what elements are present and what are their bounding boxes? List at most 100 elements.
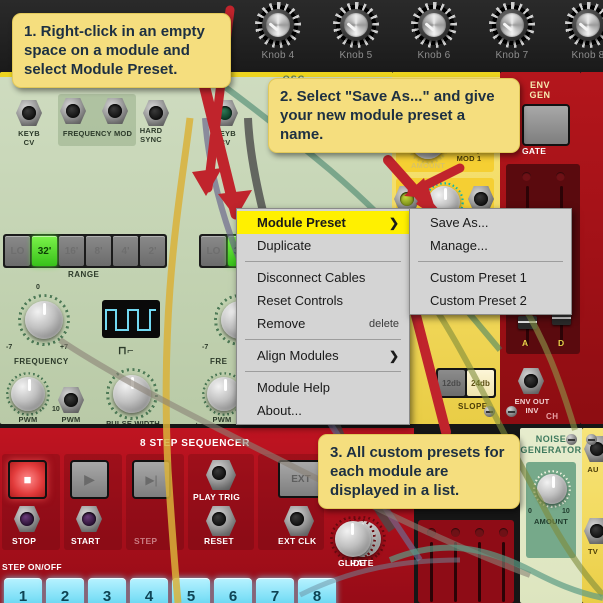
slope-selector[interactable]: 12db 24db [436, 368, 496, 398]
slider-dot [556, 172, 565, 181]
menu-item-duplicate[interactable]: Duplicate [237, 234, 409, 257]
pwm-amount-knob[interactable] [6, 372, 50, 416]
jack-env-out-inv[interactable] [518, 368, 544, 394]
knob-label: Knob 7 [495, 50, 529, 61]
start-label: START [71, 536, 101, 546]
step-button-8[interactable]: 8 [298, 578, 336, 603]
menu-item-label: Module Preset [257, 215, 346, 230]
menu-item-label: Module Help [257, 380, 330, 395]
knob-6[interactable]: Knob 6 [398, 2, 470, 61]
voct-label: TV [588, 547, 598, 556]
glide-label: GLIDE [338, 558, 366, 568]
range-selector[interactable]: LO 32' 16' 8' 4' 2' [3, 234, 167, 268]
jack-pwm-mod[interactable] [58, 387, 84, 413]
slider-handle-a[interactable] [518, 316, 537, 329]
frequency-caption: FREQUENCY [14, 357, 69, 366]
menu-item-remove[interactable]: Remove delete [237, 312, 409, 335]
knob-dial-icon[interactable] [489, 2, 535, 48]
noise-amount-caption: AMOUNT [533, 517, 569, 526]
context-menu[interactable]: Module Preset ❯ Duplicate Disconnect Cab… [236, 208, 410, 425]
knob-5[interactable]: Knob 5 [320, 2, 392, 61]
submenu-item-custom-preset-1[interactable]: Custom Preset 1 [410, 266, 571, 289]
slope-option-12db[interactable]: 12db [438, 370, 465, 396]
knob-dial-icon[interactable] [565, 2, 603, 48]
oscillator-1-module[interactable]: OSC KEYBCV FREQUENCY MOD HARDSYNC LO 32'… [0, 72, 198, 424]
submenu-item-manage[interactable]: Manage... [410, 234, 571, 257]
jack-keyb-cv[interactable] [16, 100, 42, 126]
frequency-min-label: -7 [6, 344, 13, 351]
step-button-2[interactable]: 2 [46, 578, 84, 603]
knob-7[interactable]: Knob 7 [476, 2, 548, 61]
frequency-knob[interactable] [18, 294, 70, 346]
glide-knob[interactable] [330, 516, 376, 562]
submenu-item-save-as[interactable]: Save As... [410, 211, 571, 234]
knob-dial-icon[interactable] [333, 2, 379, 48]
slider-label-a: A [522, 338, 529, 348]
step-button-1[interactable]: 1 [4, 578, 42, 603]
menu-item-align-modules[interactable]: Align Modules ❯ [237, 344, 409, 367]
knob-dial-icon[interactable] [411, 2, 457, 48]
stop-button[interactable]: ■ [8, 460, 47, 499]
play-button[interactable]: ▶ [70, 460, 109, 499]
range-option-4[interactable]: 4' [113, 236, 138, 266]
noise-adjacent-module[interactable]: AU TV [582, 428, 603, 603]
menu-item-label: Disconnect Cables [257, 270, 366, 285]
range-option-32[interactable]: 32' [32, 236, 57, 266]
slider-track[interactable] [478, 542, 481, 602]
menu-separator [245, 261, 401, 262]
frequency-caption-2b: FRE [210, 357, 228, 366]
env-brand: CH [546, 412, 559, 421]
submenu-item-custom-preset-2[interactable]: Custom Preset 2 [410, 289, 571, 312]
knob-dial-icon[interactable] [255, 2, 301, 48]
menu-item-label: Align Modules [257, 348, 339, 363]
slope-option-24db[interactable]: 24db [467, 370, 494, 396]
jack-keyb-cv-2[interactable] [212, 100, 238, 126]
adjacent-module-sliver[interactable] [580, 72, 603, 424]
step-button-7[interactable]: 7 [256, 578, 294, 603]
slider-track[interactable] [430, 542, 433, 602]
slider-dot [427, 528, 436, 537]
step-button-4[interactable]: 4 [130, 578, 168, 603]
gate-button[interactable] [522, 104, 570, 146]
slider-dot [475, 528, 484, 537]
slider-track[interactable] [502, 542, 505, 602]
rack-screenshot: Knob 4 Knob 5 Knob 6 Knob 7 Knob 8 KEYB … [0, 0, 603, 603]
menu-item-reset-controls[interactable]: Reset Controls [237, 289, 409, 312]
knob-8[interactable]: Knob 8 [552, 2, 603, 61]
callout-2: 2. Select "Save As..." and give your new… [268, 78, 520, 153]
menu-separator [245, 339, 401, 340]
knob-4[interactable]: Knob 4 [242, 2, 314, 61]
jack-label-hard-sync: HARD SYNC [139, 126, 163, 144]
step-button-5[interactable]: 5 [172, 578, 210, 603]
slider-track[interactable] [454, 542, 457, 602]
audio-label: AU [587, 465, 599, 474]
step-icon: ▶| [145, 472, 158, 487]
range-option-8[interactable]: 8' [86, 236, 111, 266]
menu-item-module-help[interactable]: Module Help [237, 376, 409, 399]
range-option-16[interactable]: 16' [59, 236, 84, 266]
step-button-3[interactable]: 3 [88, 578, 126, 603]
module-top-bar [392, 72, 500, 77]
jack-hard-sync[interactable] [143, 100, 169, 126]
noise-amount-max: 10 [562, 508, 570, 515]
play-trig-label: PLAY TRIG [193, 492, 241, 502]
screw-icon [566, 434, 577, 445]
menu-item-module-preset[interactable]: Module Preset ❯ [237, 211, 409, 234]
knob-label: Knob 5 [339, 50, 373, 61]
pulse-width-knob[interactable] [106, 368, 158, 420]
submenu-arrow-icon: ❯ [388, 215, 399, 230]
range-option-2[interactable]: 2' [140, 236, 165, 266]
jack-v-oct-noise[interactable] [584, 518, 603, 544]
menu-item-about[interactable]: About... [237, 399, 409, 422]
noise-amount-knob[interactable] [533, 470, 571, 508]
menu-item-disconnect-cables[interactable]: Disconnect Cables [237, 266, 409, 289]
range-option-lo-2[interactable]: LO [201, 236, 226, 266]
step-button[interactable]: ▶| [132, 460, 171, 499]
module-preset-submenu[interactable]: Save As... Manage... Custom Preset 1 Cus… [409, 208, 572, 315]
step-label: STEP [134, 536, 158, 546]
step-button-6[interactable]: 6 [214, 578, 252, 603]
screw-icon [586, 434, 597, 445]
ext-clk-label: EXT CLK [278, 536, 317, 546]
noise-generator-module[interactable]: NOISE GENERATOR 0 10 AMOUNT [520, 428, 584, 603]
range-option-lo[interactable]: LO [5, 236, 30, 266]
